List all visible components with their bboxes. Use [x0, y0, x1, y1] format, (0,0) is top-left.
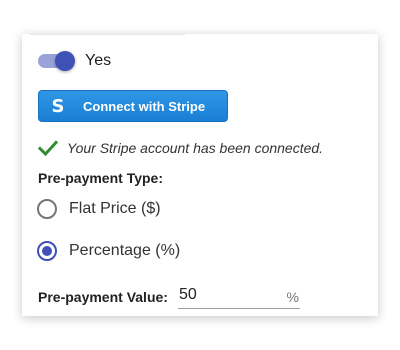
connect-with-stripe-button[interactable]: S Connect with Stripe: [38, 90, 228, 122]
toggle-switch[interactable]: [38, 51, 75, 71]
toggle-label: Yes: [85, 52, 112, 69]
radio-flat-price[interactable]: Flat Price ($): [37, 199, 161, 219]
prepayment-value-label: Pre-payment Value:: [38, 289, 168, 305]
stripe-button-label: Connect with Stripe: [83, 98, 206, 114]
radio-button[interactable]: [37, 199, 57, 219]
percent-suffix: %: [286, 289, 299, 305]
checkmark-icon: [38, 140, 58, 157]
prepayment-type-label: Pre-payment Type:: [38, 170, 163, 186]
connected-message: Your Stripe account has been connected.: [67, 140, 324, 156]
prepayment-value-input[interactable]: [178, 284, 269, 306]
divider: [30, 34, 185, 35]
enabled-toggle-row[interactable]: Yes: [38, 50, 111, 72]
radio-label-percentage: Percentage (%): [69, 242, 181, 259]
toggle-thumb[interactable]: [55, 51, 75, 71]
radio-label-flat-price: Flat Price ($): [69, 200, 161, 217]
radio-percentage[interactable]: Percentage (%): [37, 241, 180, 261]
prepayment-value-field[interactable]: %: [177, 284, 300, 309]
stripe-logo-icon: S: [51, 95, 65, 117]
prepayment-value-row: Pre-payment Value: %: [38, 284, 300, 309]
connected-status: Your Stripe account has been connected.: [38, 138, 323, 158]
radio-button-selected[interactable]: [37, 241, 57, 261]
